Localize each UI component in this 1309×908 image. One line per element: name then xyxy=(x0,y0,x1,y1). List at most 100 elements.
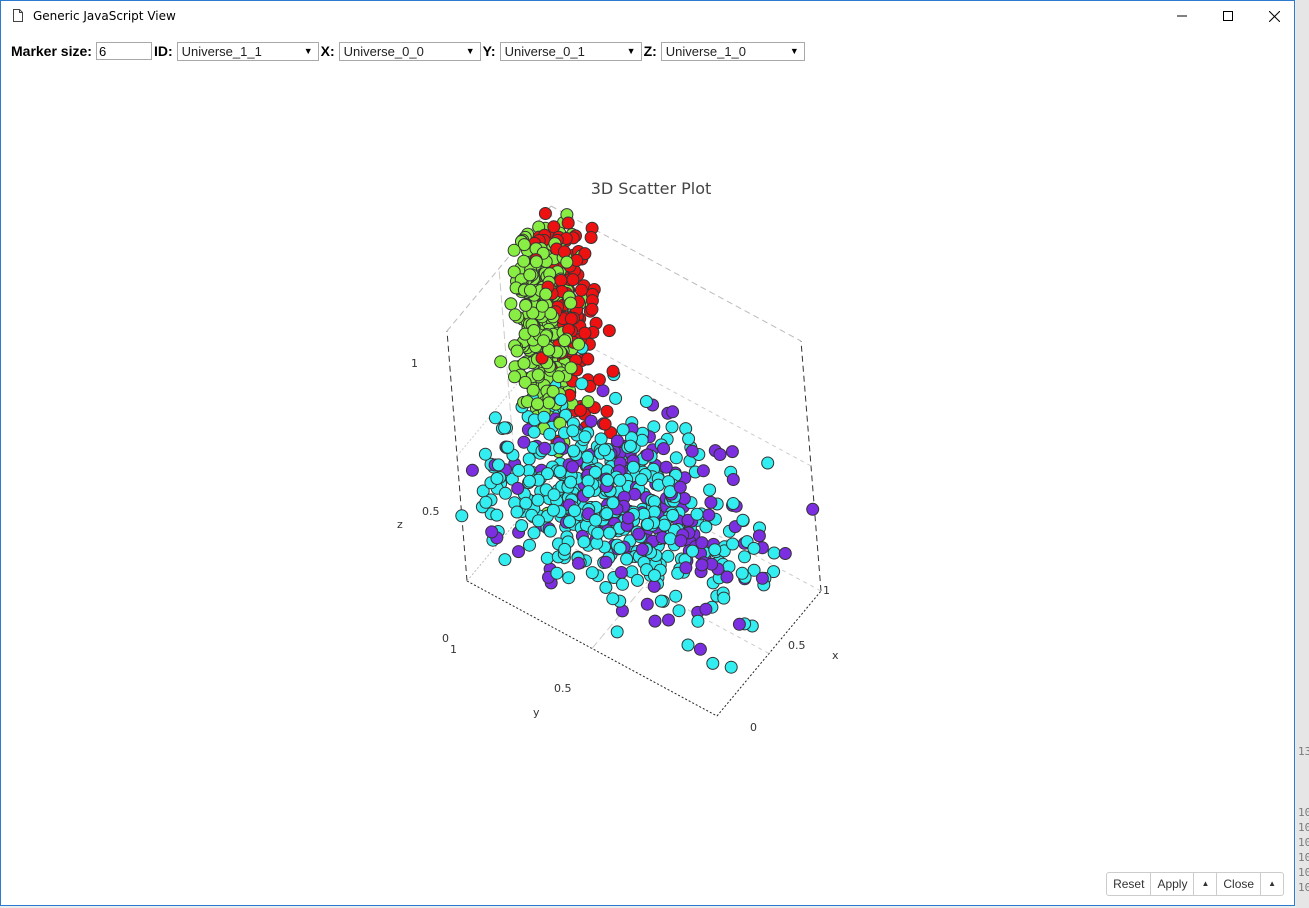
id-select[interactable]: Universe_1_1 ▼ xyxy=(176,41,319,61)
data-point-cluster-cyan[interactable] xyxy=(537,410,551,424)
data-point-cluster-green[interactable] xyxy=(527,324,541,337)
data-point-cluster-cyan[interactable] xyxy=(563,515,576,529)
data-point-cluster-green[interactable] xyxy=(504,297,518,311)
marker-size-input[interactable] xyxy=(95,42,152,60)
data-point-cluster-cyan[interactable] xyxy=(635,473,648,487)
data-point-cluster-green[interactable] xyxy=(519,298,533,312)
data-point-cluster-cyan[interactable] xyxy=(726,497,740,510)
data-point-cluster-cyan[interactable] xyxy=(603,526,616,540)
data-point-cluster-red[interactable] xyxy=(573,403,587,417)
data-point-cluster-cyan[interactable] xyxy=(747,541,761,555)
data-point-cluster-cyan[interactable] xyxy=(598,443,611,457)
data-point-cluster-cyan[interactable] xyxy=(691,614,705,628)
data-point-cluster-cyan[interactable] xyxy=(498,486,512,500)
data-point-cluster-purple[interactable] xyxy=(517,435,531,449)
data-point-cluster-cyan[interactable] xyxy=(609,391,623,405)
data-point-cluster-cyan[interactable] xyxy=(501,440,515,454)
data-point-cluster-cyan[interactable] xyxy=(540,551,554,565)
data-point-cluster-purple[interactable] xyxy=(538,441,552,455)
data-point-cluster-cyan[interactable] xyxy=(577,535,591,549)
data-point-cluster-green[interactable] xyxy=(542,396,556,410)
data-point-cluster-cyan[interactable] xyxy=(575,377,589,391)
data-point-cluster-cyan[interactable] xyxy=(761,456,775,470)
data-point-cluster-red[interactable] xyxy=(585,302,599,316)
data-point-cluster-cyan[interactable] xyxy=(566,424,580,438)
data-point-cluster-cyan[interactable] xyxy=(498,553,512,567)
data-point-cluster-purple[interactable] xyxy=(725,445,739,459)
data-point-cluster-cyan[interactable] xyxy=(564,475,578,489)
data-point-cluster-green[interactable] xyxy=(508,308,522,322)
data-point-cluster-cyan[interactable] xyxy=(736,513,750,527)
data-point-cluster-cyan[interactable] xyxy=(527,526,541,540)
data-point-cluster-cyan[interactable] xyxy=(690,507,704,521)
data-point-cluster-red[interactable] xyxy=(574,283,588,297)
data-point-cluster-purple[interactable] xyxy=(702,508,716,522)
maximize-button[interactable] xyxy=(1205,1,1251,31)
data-point-cluster-purple[interactable] xyxy=(699,602,713,616)
data-point-cluster-purple[interactable] xyxy=(512,545,525,559)
data-point-cluster-purple[interactable] xyxy=(695,558,709,572)
data-point-cluster-purple[interactable] xyxy=(596,384,610,398)
data-point-cluster-cyan[interactable] xyxy=(738,550,751,564)
data-point-cluster-purple[interactable] xyxy=(720,570,734,584)
data-point-cluster-cyan[interactable] xyxy=(492,458,505,472)
scatter-3d-chart[interactable]: 3D Scatter Plot z y x 1 0.5 0 1 0.5 0 0.… xyxy=(1,61,1294,861)
data-point-cluster-purple[interactable] xyxy=(778,547,792,560)
data-point-cluster-purple[interactable] xyxy=(621,511,635,525)
data-point-cluster-purple[interactable] xyxy=(713,448,727,461)
data-point-cluster-purple[interactable] xyxy=(693,642,707,656)
data-point-cluster-purple[interactable] xyxy=(647,579,661,593)
data-point-cluster-green[interactable] xyxy=(531,397,544,411)
data-point-cluster-cyan[interactable] xyxy=(616,577,629,591)
data-point-cluster-cyan[interactable] xyxy=(606,592,620,606)
data-point-cluster-purple[interactable] xyxy=(755,571,769,585)
data-point-cluster-purple[interactable] xyxy=(610,434,624,448)
data-point-cluster-cyan[interactable] xyxy=(455,509,469,523)
x-select[interactable]: Universe_0_0 ▼ xyxy=(338,41,481,61)
apply-button[interactable]: Apply xyxy=(1151,873,1195,895)
data-point-cluster-purple[interactable] xyxy=(648,614,662,628)
data-point-cluster-purple[interactable] xyxy=(704,495,718,509)
data-point-cluster-cyan[interactable] xyxy=(531,493,545,507)
data-point-cluster-cyan[interactable] xyxy=(616,423,630,437)
data-point-cluster-green[interactable] xyxy=(529,255,543,269)
data-point-cluster-cyan[interactable] xyxy=(490,472,504,485)
data-point-cluster-red[interactable] xyxy=(602,324,616,338)
data-point-cluster-cyan[interactable] xyxy=(635,433,649,447)
data-point-cluster-cyan[interactable] xyxy=(532,514,545,528)
data-point-cluster-cyan[interactable] xyxy=(735,566,749,580)
data-point-cluster-cyan[interactable] xyxy=(606,496,620,510)
data-point-cluster-purple[interactable] xyxy=(674,534,688,548)
data-point-cluster-cyan[interactable] xyxy=(512,463,526,477)
data-point-cluster-green[interactable] xyxy=(517,356,531,370)
data-point-cluster-cyan[interactable] xyxy=(522,452,536,466)
data-point-cluster-purple[interactable] xyxy=(640,597,654,611)
data-point-cluster-cyan[interactable] xyxy=(672,604,686,618)
data-point-cluster-cyan[interactable] xyxy=(585,566,599,580)
data-point-cluster-red[interactable] xyxy=(598,417,612,431)
data-point-cluster-cyan[interactable] xyxy=(523,474,536,488)
data-point-cluster-cyan[interactable] xyxy=(706,656,720,670)
data-point-cluster-red[interactable] xyxy=(600,404,614,418)
data-point-cluster-purple[interactable] xyxy=(511,481,525,495)
data-point-cluster-cyan[interactable] xyxy=(663,532,677,546)
data-point-cluster-cyan[interactable] xyxy=(589,513,603,527)
data-point-cluster-cyan[interactable] xyxy=(767,546,781,560)
close-options-caret-icon[interactable]: ▲ xyxy=(1261,873,1283,895)
data-point-cluster-cyan[interactable] xyxy=(479,495,493,509)
data-point-cluster-purple[interactable] xyxy=(641,448,655,462)
data-point-cluster-cyan[interactable] xyxy=(553,441,567,455)
data-point-cluster-cyan[interactable] xyxy=(682,432,696,446)
data-point-cluster-cyan[interactable] xyxy=(591,526,605,540)
reset-button[interactable]: Reset xyxy=(1107,873,1152,895)
data-point-cluster-purple[interactable] xyxy=(566,460,579,474)
data-point-cluster-purple[interactable] xyxy=(572,556,585,570)
data-point-cluster-cyan[interactable] xyxy=(550,566,564,580)
data-point-cluster-cyan[interactable] xyxy=(613,473,627,487)
data-point-cluster-cyan[interactable] xyxy=(699,520,713,534)
data-point-cluster-green[interactable] xyxy=(517,254,531,268)
data-point-cluster-cyan[interactable] xyxy=(641,517,655,531)
data-point-cluster-purple[interactable] xyxy=(657,442,671,456)
data-point-cluster-cyan[interactable] xyxy=(623,439,637,453)
data-point-cluster-red[interactable] xyxy=(566,273,580,287)
